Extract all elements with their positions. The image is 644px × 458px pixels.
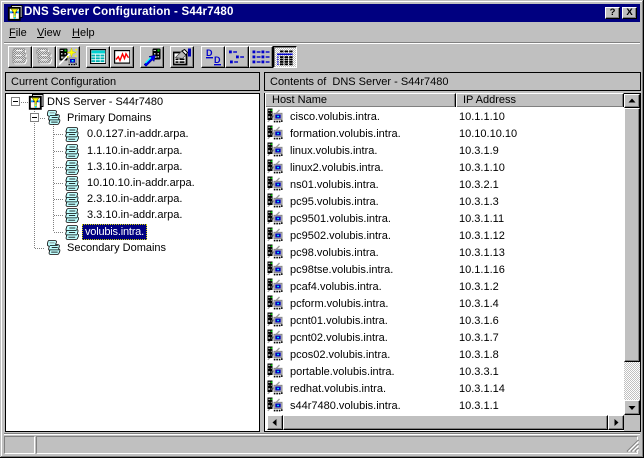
svg-text:D: D bbox=[214, 55, 221, 65]
svg-text:D: D bbox=[206, 48, 213, 58]
